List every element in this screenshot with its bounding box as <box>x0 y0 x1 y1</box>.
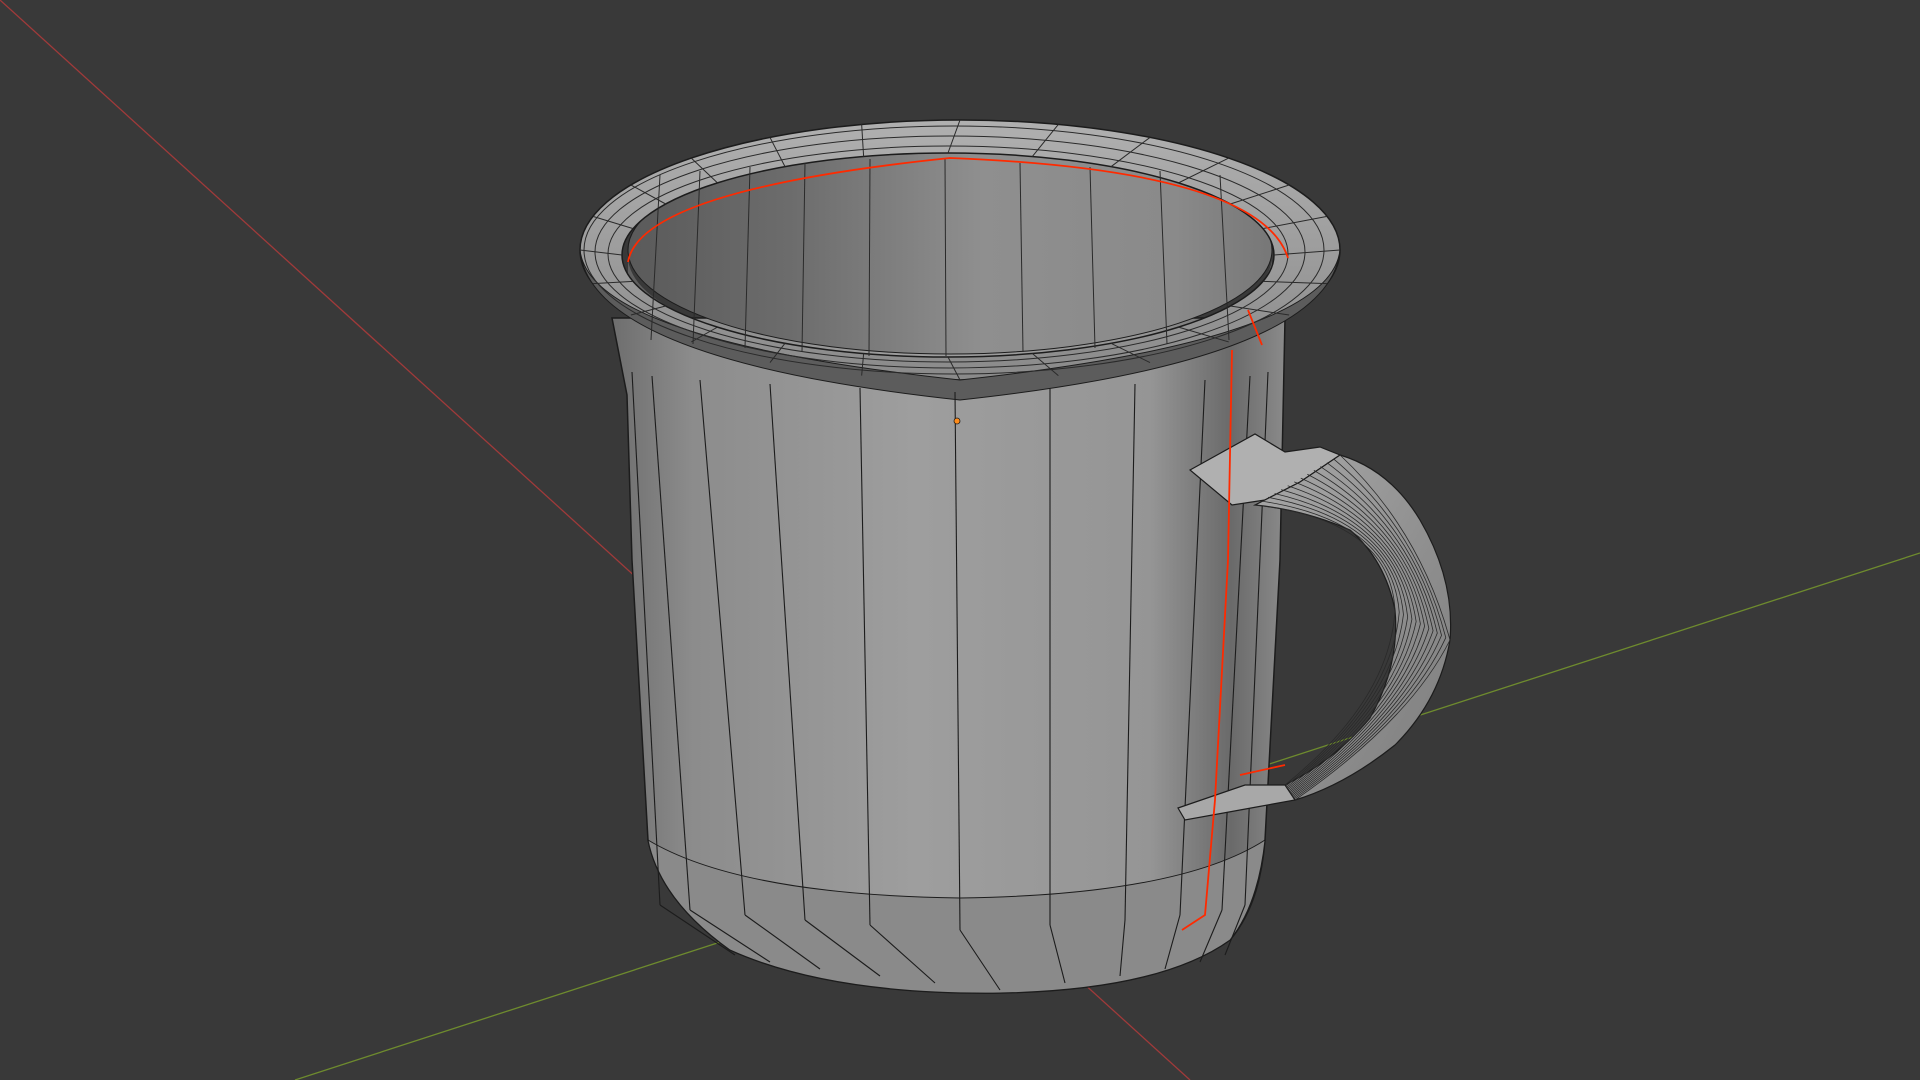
object-origin[interactable] <box>953 417 961 425</box>
viewport-canvas[interactable] <box>0 0 1920 1080</box>
3d-viewport[interactable] <box>0 0 1920 1080</box>
mug-mesh[interactable] <box>579 119 1452 994</box>
